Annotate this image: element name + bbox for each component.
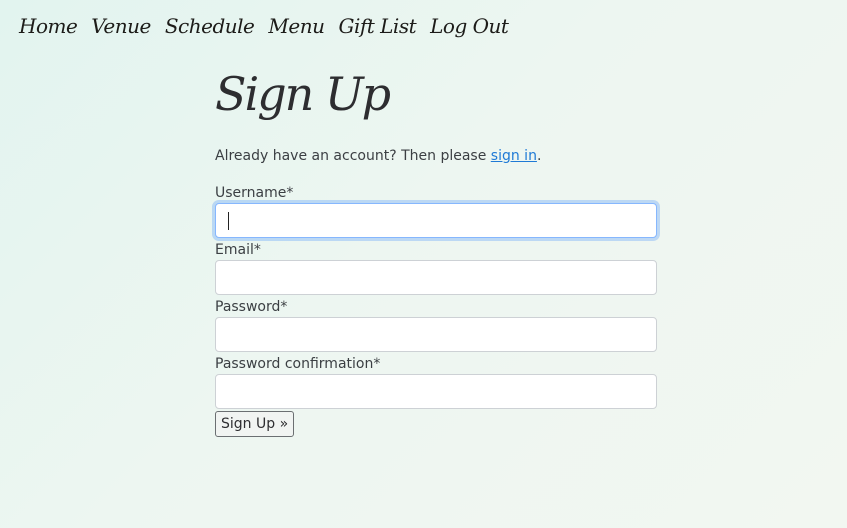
signin-prompt-text: Already have an account? Then please	[215, 148, 491, 164]
password-label: Password*	[215, 299, 288, 315]
signup-container: Sign Up Already have an account? Then pl…	[215, 60, 657, 437]
signup-form: Username* Email* Password* Password conf…	[215, 183, 657, 437]
nav-link-venue[interactable]: Venue	[91, 12, 151, 40]
nav-link-home[interactable]: Home	[19, 12, 78, 40]
sign-in-link[interactable]: sign in	[491, 148, 537, 164]
nav-link-gift-list[interactable]: Gift List	[338, 12, 416, 40]
password-confirmation-label: Password confirmation*	[215, 356, 381, 372]
top-nav: Home Venue Schedule Menu Gift List Log O…	[19, 12, 509, 40]
signin-prompt: Already have an account? Then please sig…	[215, 146, 657, 166]
nav-link-schedule[interactable]: Schedule	[165, 12, 255, 40]
signin-prompt-end: .	[536, 148, 542, 164]
email-input[interactable]	[215, 260, 657, 295]
password-confirmation-input[interactable]	[215, 374, 657, 409]
password-input[interactable]	[215, 317, 657, 352]
nav-link-menu[interactable]: Menu	[268, 12, 325, 40]
nav-link-log-out[interactable]: Log Out	[430, 12, 509, 40]
sign-up-button[interactable]: Sign Up »	[215, 411, 295, 437]
username-input[interactable]	[215, 203, 657, 238]
username-label: Username*	[215, 185, 294, 201]
email-label: Email*	[215, 242, 261, 258]
page-title: Sign Up	[215, 67, 391, 121]
text-cursor	[228, 212, 229, 230]
